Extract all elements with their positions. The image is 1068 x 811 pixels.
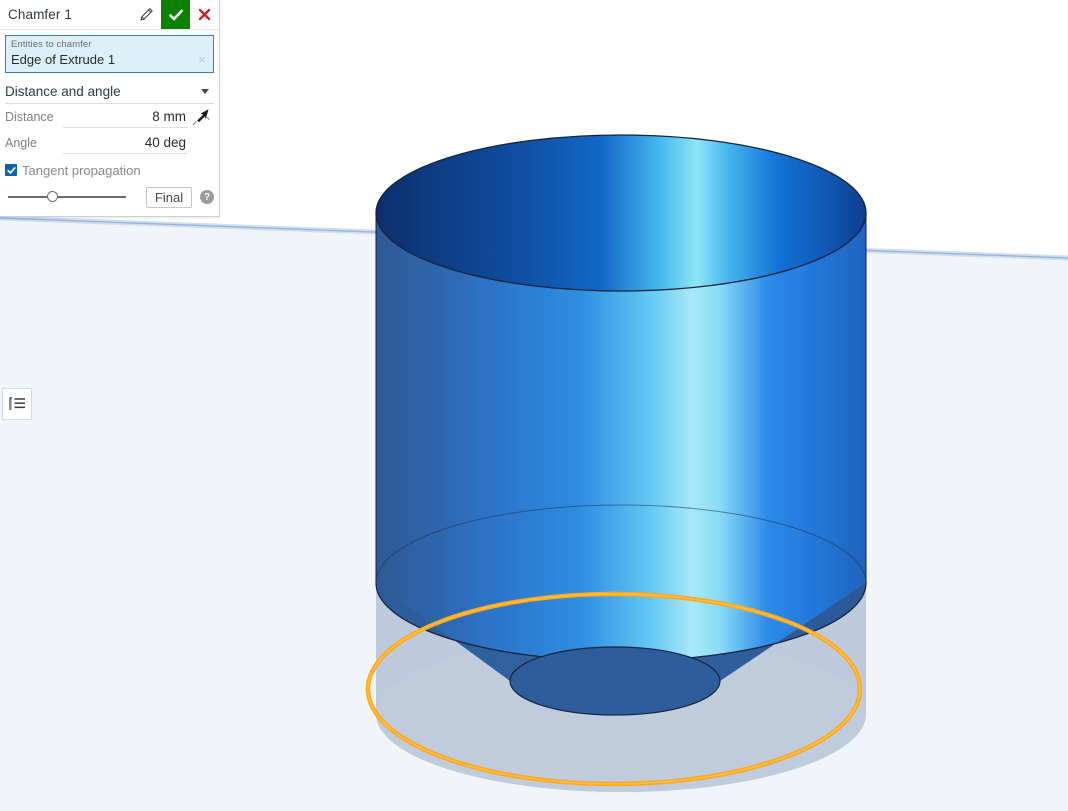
chevron-down-icon (201, 88, 209, 94)
chamfer-type-value: Distance and angle (5, 83, 121, 99)
slider-track (8, 196, 126, 198)
angle-value: 40 deg (144, 135, 186, 150)
angle-input[interactable]: 40 deg (63, 133, 188, 154)
checkbox-checked-icon (5, 164, 17, 176)
angle-label: Angle (5, 136, 37, 150)
final-button[interactable]: Final (146, 186, 192, 208)
chamfer-type-select[interactable]: Distance and angle (5, 79, 214, 104)
slider-thumb[interactable] (47, 191, 59, 202)
chamfer-dialog: Chamfer 1 Entities to chamfer Edge of Ex… (0, 0, 220, 217)
help-icon[interactable]: ? (200, 190, 214, 204)
feature-list-icon (9, 397, 25, 410)
close-icon (198, 8, 211, 21)
accept-feature-button[interactable] (161, 0, 190, 29)
clear-selection-icon[interactable]: × (195, 53, 209, 67)
tangent-propagation-label: Tangent propagation (22, 162, 141, 178)
entities-to-chamfer-label: Entities to chamfer (11, 39, 92, 50)
entities-to-chamfer-field[interactable]: Entities to chamfer Edge of Extrude 1 × (5, 35, 214, 73)
solid-body[interactable] (375, 134, 867, 661)
edit-feature-button[interactable] (132, 0, 161, 29)
distance-label: Distance (5, 110, 54, 124)
feature-list-flyout-button[interactable] (2, 388, 32, 420)
flip-direction-arrow-icon (192, 109, 210, 126)
dialog-title: Chamfer 1 (8, 7, 72, 22)
checkmark-small-icon (6, 166, 16, 174)
angle-row: Angle 40 deg (5, 130, 214, 156)
dialog-titlebar: Chamfer 1 (0, 0, 219, 30)
bottom-face[interactable] (509, 646, 721, 716)
checkmark-icon (168, 9, 183, 20)
distance-row: Distance 8 mm (5, 104, 214, 130)
preview-slider[interactable] (8, 187, 126, 207)
tangent-propagation-checkbox[interactable]: Tangent propagation (5, 160, 214, 180)
onshape-part-studio: Chamfer 1 Entities to chamfer Edge of Ex… (0, 0, 1068, 811)
entities-to-chamfer-value: Edge of Extrude 1 (11, 52, 116, 67)
distance-value: 8 mm (152, 109, 186, 124)
pencil-icon (140, 8, 153, 21)
cancel-feature-button[interactable] (190, 0, 219, 29)
flip-direction-button[interactable] (188, 108, 214, 126)
preview-slider-row: Final ? (5, 184, 214, 210)
distance-input[interactable]: 8 mm (63, 107, 188, 128)
